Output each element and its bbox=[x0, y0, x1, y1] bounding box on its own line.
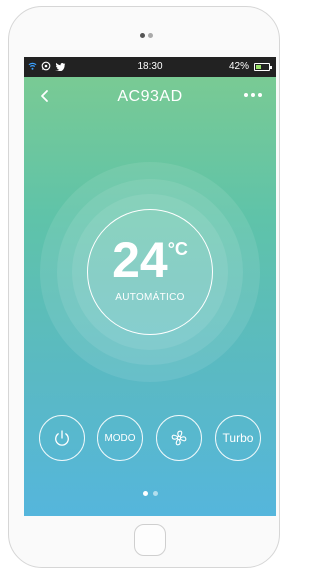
temperature-unit: °C bbox=[167, 239, 188, 259]
battery-percent: 42% bbox=[228, 61, 249, 72]
control-bar: MODO Turbo bbox=[39, 415, 261, 461]
device-title: AC93AD bbox=[117, 88, 183, 105]
app-header: AC93AD bbox=[24, 77, 276, 117]
turbo-button[interactable]: Turbo bbox=[215, 415, 261, 461]
mode-button-label: MODO bbox=[104, 432, 136, 444]
power-button[interactable] bbox=[39, 415, 85, 461]
power-icon bbox=[55, 430, 69, 446]
battery-level-fill bbox=[256, 64, 261, 69]
temperature-display: 24°C bbox=[24, 235, 276, 285]
page-dot-active[interactable] bbox=[142, 491, 148, 496]
current-mode-label: AUTOMÁTICO bbox=[115, 292, 185, 303]
mode-button[interactable]: MODO bbox=[97, 415, 143, 461]
temperature-value: 24 bbox=[112, 232, 168, 288]
status-bar: 18:30 42% bbox=[24, 57, 276, 77]
battery-status: 42% bbox=[228, 61, 272, 72]
front-camera bbox=[140, 33, 153, 38]
page-indicator bbox=[24, 491, 276, 496]
fan-button[interactable] bbox=[156, 415, 202, 461]
turbo-button-label: Turbo bbox=[222, 431, 254, 445]
fan-icon bbox=[171, 430, 187, 446]
battery-icon bbox=[254, 62, 272, 71]
app-screen: 18:30 42% AC93AD 24°C AUTOMÁTICO MODO Tu… bbox=[24, 57, 276, 516]
page-dot[interactable] bbox=[152, 491, 158, 496]
more-options-icon[interactable] bbox=[244, 93, 262, 97]
home-button[interactable] bbox=[134, 524, 166, 556]
